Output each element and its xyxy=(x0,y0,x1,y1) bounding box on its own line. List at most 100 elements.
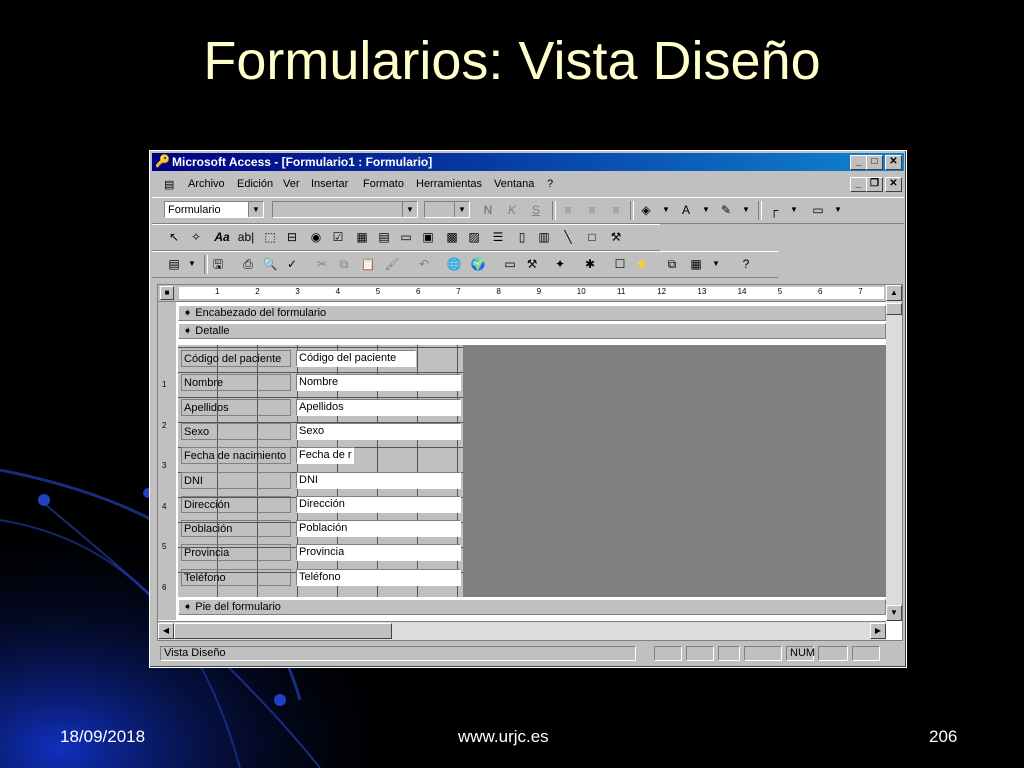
field-label[interactable]: Población xyxy=(181,520,291,538)
view-icon[interactable]: ▤ xyxy=(164,255,184,273)
scroll-thumb[interactable] xyxy=(174,623,392,639)
rectangle-tool-icon[interactable]: □ xyxy=(582,228,602,246)
detail-band[interactable]: ➧ Detalle xyxy=(178,323,886,339)
field-label[interactable]: Apellidos xyxy=(181,398,291,416)
field-label[interactable]: Fecha de nacimiento xyxy=(181,447,291,465)
fill-color-icon[interactable]: ◈ xyxy=(636,201,656,219)
label-tool-icon[interactable]: Aa xyxy=(212,228,232,246)
doc-minimize-button[interactable]: _ xyxy=(850,177,867,192)
menu-formato[interactable]: Formato xyxy=(363,178,404,190)
field-textbox[interactable]: Apellidos xyxy=(296,398,461,416)
field-label[interactable]: Código del paciente xyxy=(181,350,291,367)
scroll-down-button[interactable]: ▼ xyxy=(886,605,902,621)
menu-herramientas[interactable]: Herramientas xyxy=(416,178,482,190)
form-header-band[interactable]: ➧ Encabezado del formulario xyxy=(178,305,886,321)
spelling-icon[interactable]: ✓ xyxy=(282,255,302,273)
field-textbox[interactable]: Provincia xyxy=(296,544,461,562)
minimize-button[interactable]: _ xyxy=(850,155,867,170)
align-left-icon[interactable]: ≡ xyxy=(558,201,578,219)
chevron-down-icon[interactable]: ▼ xyxy=(784,201,804,219)
size-combo[interactable]: ▼ xyxy=(424,201,470,218)
properties-icon[interactable]: ☐ xyxy=(610,255,630,273)
autoformat-icon[interactable]: ✦ xyxy=(550,255,570,273)
field-textbox[interactable]: Teléfono xyxy=(296,568,461,586)
database-window-icon[interactable]: ⧉ xyxy=(662,255,682,273)
chevron-down-icon[interactable]: ▼ xyxy=(696,201,716,219)
chevron-down-icon[interactable]: ▼ xyxy=(656,201,676,219)
select-objects-icon[interactable]: ↖ xyxy=(164,228,184,246)
special-effect-icon[interactable]: ▭ xyxy=(808,201,828,219)
field-label[interactable]: Dirección xyxy=(181,495,291,513)
form-doc-icon[interactable]: ▤ xyxy=(164,178,174,191)
option-group-icon[interactable]: ⬚ xyxy=(260,228,280,246)
paste-icon[interactable]: 📋 xyxy=(358,255,378,273)
build-icon[interactable]: ⚡ xyxy=(632,255,652,273)
toggle-button-icon[interactable]: ⊟ xyxy=(282,228,302,246)
format-painter-icon[interactable]: 🖌 xyxy=(382,255,402,273)
field-label[interactable]: Sexo xyxy=(181,422,291,440)
combobox-tool-icon[interactable]: ▦ xyxy=(352,228,372,246)
page-break-icon[interactable]: ☰ xyxy=(488,228,508,246)
form-footer-band[interactable]: ➧ Pie del formulario xyxy=(178,599,886,615)
line-tool-icon[interactable]: ╲ xyxy=(558,228,578,246)
option-button-icon[interactable]: ◉ xyxy=(306,228,326,246)
field-textbox[interactable]: Fecha de r xyxy=(296,447,354,465)
field-textbox[interactable]: Sexo xyxy=(296,422,461,440)
menu-help[interactable]: ? xyxy=(547,178,553,190)
field-textbox[interactable]: DNI xyxy=(296,471,461,489)
doc-restore-button[interactable]: ❐ xyxy=(866,177,883,192)
bold-button[interactable]: N xyxy=(478,201,498,219)
code-icon[interactable]: ✱ xyxy=(580,255,600,273)
new-object-icon[interactable]: ▦ xyxy=(686,255,706,273)
checkbox-tool-icon[interactable]: ☑ xyxy=(328,228,348,246)
scroll-left-button[interactable]: ◀ xyxy=(158,623,174,639)
field-textbox[interactable]: Dirección xyxy=(296,495,461,513)
font-combo[interactable]: ▼ xyxy=(272,201,418,218)
copy-icon[interactable]: ⧉ xyxy=(334,255,354,273)
menu-insertar[interactable]: Insertar xyxy=(311,178,348,190)
textbox-tool-icon[interactable]: ab| xyxy=(236,228,256,246)
print-icon[interactable]: ⎙ xyxy=(238,255,258,273)
toolbox-icon[interactable]: ⚒ xyxy=(522,255,542,273)
align-right-icon[interactable]: ≡ xyxy=(606,201,626,219)
chevron-down-icon[interactable]: ▼ xyxy=(828,201,848,219)
web-toolbar-icon[interactable]: 🌍 xyxy=(468,255,488,273)
italic-button[interactable]: K xyxy=(502,201,522,219)
chevron-down-icon[interactable]: ▼ xyxy=(736,201,756,219)
scroll-up-button[interactable]: ▲ xyxy=(886,285,902,301)
chevron-down-icon[interactable]: ▼ xyxy=(182,255,202,273)
insert-hyperlink-icon[interactable]: 🌐 xyxy=(444,255,464,273)
field-label[interactable]: Provincia xyxy=(181,544,291,562)
scroll-thumb[interactable] xyxy=(886,303,902,315)
cut-icon[interactable]: ✂ xyxy=(312,255,332,273)
doc-close-button[interactable]: ✕ xyxy=(885,177,902,192)
help-icon[interactable]: ? xyxy=(736,255,756,273)
field-textbox[interactable]: Nombre xyxy=(296,374,461,392)
align-center-icon[interactable]: ≡ xyxy=(582,201,602,219)
listbox-tool-icon[interactable]: ▤ xyxy=(374,228,394,246)
field-label[interactable]: Teléfono xyxy=(181,568,291,586)
window-titlebar[interactable]: 🔑 Microsoft Access - [Formulario1 : Form… xyxy=(152,153,904,171)
underline-button[interactable]: S xyxy=(526,201,546,219)
chevron-down-icon[interactable]: ▼ xyxy=(706,255,726,273)
save-icon[interactable]: 🖫 xyxy=(208,255,228,273)
vertical-scrollbar[interactable]: ▲ ▼ xyxy=(886,285,902,621)
form-selector[interactable]: ■ xyxy=(160,286,174,300)
menu-archivo[interactable]: Archivo xyxy=(188,178,225,190)
image-tool-icon[interactable]: ▣ xyxy=(418,228,438,246)
tab-control-icon[interactable]: ▯ xyxy=(512,228,532,246)
subform-icon[interactable]: ▥ xyxy=(534,228,554,246)
scroll-right-button[interactable]: ▶ xyxy=(870,623,886,639)
unbound-object-icon[interactable]: ▩ xyxy=(442,228,462,246)
field-textbox[interactable]: Población xyxy=(296,520,461,538)
font-color-icon[interactable]: A xyxy=(676,201,696,219)
menu-edicion[interactable]: Edición xyxy=(237,178,273,190)
field-label[interactable]: DNI xyxy=(181,471,291,489)
line-color-icon[interactable]: ✎ xyxy=(716,201,736,219)
bound-object-icon[interactable]: ▨ xyxy=(464,228,484,246)
close-button[interactable]: ✕ xyxy=(885,155,902,170)
menu-ver[interactable]: Ver xyxy=(283,178,300,190)
field-list-icon[interactable]: ▭ xyxy=(500,255,520,273)
horizontal-scrollbar[interactable]: ◀ ▶ xyxy=(158,621,886,640)
control-wizard-icon[interactable]: ✧ xyxy=(186,228,206,246)
